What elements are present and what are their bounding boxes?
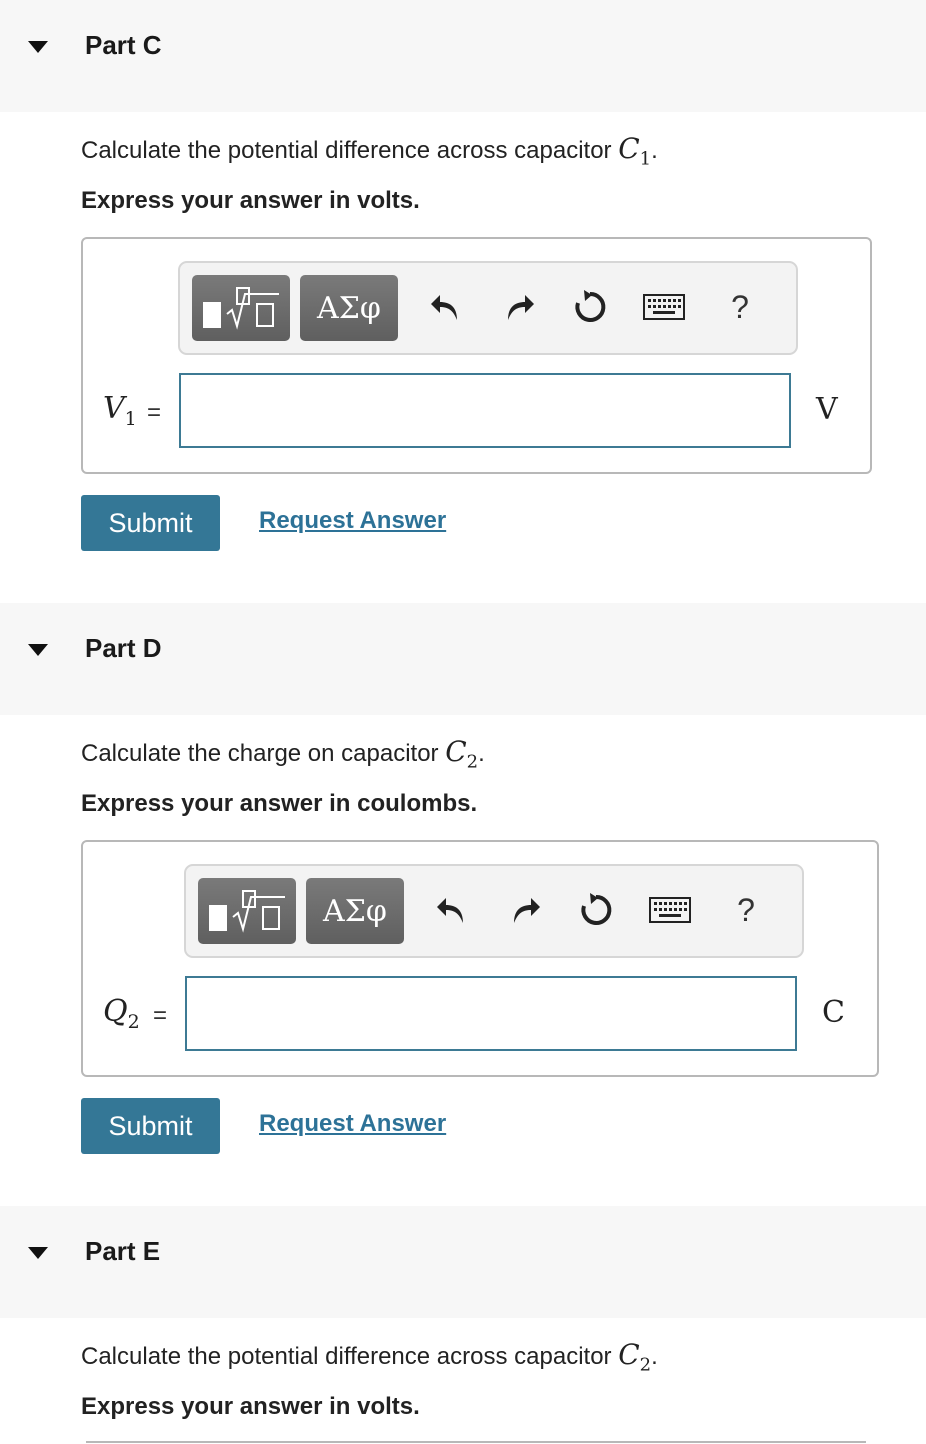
collapse-caret-icon[interactable] xyxy=(28,41,48,53)
undo-icon xyxy=(431,295,457,320)
reset-icon xyxy=(581,893,612,925)
part-e-header[interactable]: Part E xyxy=(0,1206,926,1318)
templates-button[interactable] xyxy=(192,275,290,341)
part-title: Part C xyxy=(85,30,162,60)
question-prefix: Calculate the potential difference acros… xyxy=(81,1343,612,1370)
part-c-header[interactable]: Part C xyxy=(0,0,926,112)
request-answer-link[interactable]: Request Answer xyxy=(259,507,446,535)
capacitor-var: C xyxy=(618,132,640,165)
capacitor-symbol: C2 xyxy=(618,1338,651,1376)
submit-button[interactable]: Submit xyxy=(81,1098,220,1154)
undo-icon xyxy=(437,898,463,923)
capacitor-sub: 1 xyxy=(639,148,652,170)
request-answer-link[interactable]: Request Answer xyxy=(259,1110,446,1138)
variable-sub: 2 xyxy=(127,1011,140,1033)
answer-variable: V1 xyxy=(103,391,137,430)
capacitor-var: C xyxy=(618,1338,640,1371)
greek-symbols-button[interactable]: ΑΣφ xyxy=(300,275,398,341)
math-toolbar: ΑΣφ ? xyxy=(178,261,798,355)
instruction-text: Express your answer in volts. xyxy=(81,1393,420,1420)
equals-sign: = xyxy=(147,399,162,426)
question-suffix: . xyxy=(651,137,658,164)
variable-letter: Q xyxy=(103,994,128,1029)
keyboard-button[interactable] xyxy=(642,285,686,329)
reset-icon xyxy=(575,290,606,322)
submit-button[interactable]: Submit xyxy=(81,495,220,551)
help-button[interactable]: ? xyxy=(724,888,768,932)
instruction-text: Express your answer in volts. xyxy=(81,187,420,214)
part-title: Part D xyxy=(85,633,162,663)
question-prefix: Calculate the charge on capacitor xyxy=(81,740,439,767)
equals-sign: = xyxy=(153,1002,168,1029)
capacitor-symbol: C2 xyxy=(445,735,478,773)
redo-button[interactable] xyxy=(497,285,541,329)
help-button[interactable]: ? xyxy=(718,285,762,329)
capacitor-sub: 2 xyxy=(466,751,479,773)
answer-variable: Q2 xyxy=(103,994,140,1033)
question-suffix: . xyxy=(651,1343,658,1370)
keyboard-icon xyxy=(643,294,685,320)
answer-box: ΑΣφ ? V1 = V xyxy=(81,237,872,474)
collapse-caret-icon[interactable] xyxy=(28,1247,48,1259)
capacitor-var: C xyxy=(445,735,467,768)
templates-sqrt-icon xyxy=(203,287,279,330)
keyboard-button[interactable] xyxy=(648,888,692,932)
undo-button[interactable] xyxy=(424,285,468,329)
variable-sub: 1 xyxy=(124,408,137,430)
reset-button[interactable] xyxy=(568,285,612,329)
question-suffix: . xyxy=(478,740,485,767)
answer-input[interactable] xyxy=(185,976,797,1051)
templates-button[interactable] xyxy=(198,878,296,944)
redo-icon xyxy=(508,295,534,320)
greek-symbols-button[interactable]: ΑΣφ xyxy=(306,878,404,944)
question-prefix: Calculate the potential difference acros… xyxy=(81,137,612,164)
answer-input[interactable] xyxy=(179,373,791,448)
capacitor-symbol: C1 xyxy=(618,132,651,170)
unit-label: V xyxy=(816,392,838,427)
answer-box: ΑΣφ ? Q2 = C xyxy=(81,840,879,1077)
instruction-text: Express your answer in coulombs. xyxy=(81,790,478,817)
math-toolbar: ΑΣφ ? xyxy=(184,864,804,958)
redo-button[interactable] xyxy=(503,888,547,932)
part-title: Part E xyxy=(85,1236,161,1266)
undo-button[interactable] xyxy=(430,888,474,932)
question-text: Calculate the potential difference acros… xyxy=(81,1338,658,1376)
question-text: Calculate the potential difference acros… xyxy=(81,132,658,170)
reset-button[interactable] xyxy=(574,888,618,932)
collapse-caret-icon[interactable] xyxy=(28,644,48,656)
keyboard-icon xyxy=(649,897,691,923)
variable-letter: V xyxy=(103,391,125,426)
unit-label: C xyxy=(822,995,845,1030)
part-d-header[interactable]: Part D xyxy=(0,603,926,715)
answer-box-top-edge xyxy=(86,1441,866,1443)
templates-sqrt-icon xyxy=(209,890,285,933)
question-text: Calculate the charge on capacitor C2. xyxy=(81,735,485,773)
redo-icon xyxy=(514,898,540,923)
capacitor-sub: 2 xyxy=(639,1354,652,1376)
